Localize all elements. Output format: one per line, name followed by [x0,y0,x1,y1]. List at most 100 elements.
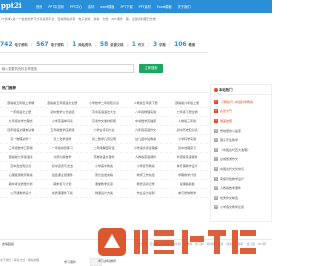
resource-link[interactable]: 高中英语语法大全 [83,110,125,114]
resource-link[interactable]: 初中数学公式总结 [42,110,84,114]
resource-link[interactable]: 中考数学压轴题 [125,119,167,123]
resource-link[interactable]: 初二数学几何证明 [83,137,125,141]
rank-badge: 6 [214,147,218,152]
hot-item-title[interactable]: 人教版数学课件 [220,186,241,190]
nav-item-ppt-download[interactable]: PPT下载 [121,4,133,9]
resource-link[interactable]: 作业设计案例 [125,191,167,195]
hot-list-item[interactable]: 8 中国古代文化常识 [214,164,271,174]
site-logo[interactable]: ppt2i [1,1,25,11]
resource-link[interactable]: 高二化学选修 [42,137,84,141]
resource-link[interactable]: 公开课教学设计 [0,191,42,195]
resource-link[interactable]: 学期教学计划 [166,173,208,177]
resource-link[interactable]: 小学科学实验 [166,137,208,141]
nav-item-excel[interactable]: Excel模板 [157,4,172,9]
hot-item-title[interactable]: 古德大气 [220,109,232,113]
hot-item-title[interactable]: 《滑铁卢》中班科学教案 [220,100,253,104]
resource-link[interactable]: 部编版五年级上学期 [0,101,42,105]
resource-link[interactable]: 部编版五年级语文全册 [42,101,84,105]
hot-item-title[interactable]: 白城旅游作文 [220,157,238,161]
resource-link[interactable]: 小学音乐教案 [125,164,167,168]
nav-item-ppt-center[interactable]: PPT中心 [70,4,82,9]
resource-link[interactable]: 北师大版数学 [42,155,84,159]
rank-badge: 5 [214,138,218,143]
resource-link[interactable]: 高中政治知识点 [0,164,42,168]
resource-link[interactable]: 班会课主题课件 [42,173,84,177]
resource-link[interactable]: 期末复习计划 [42,182,84,186]
resource-link[interactable]: 六年级英语作文 [125,128,167,132]
hot-list-item[interactable]: 2 古德大气 [214,107,271,117]
resource-link[interactable]: 三年级数学口算题 [0,146,42,150]
resource-link[interactable]: 初中历史知识点 [166,128,208,132]
resource-link[interactable]: 人教版三年级 [166,119,208,123]
search-button[interactable]: 立即搜索 [139,64,163,73]
hot-item-title[interactable]: 雪地里的小画家 [220,129,241,133]
resource-link[interactable]: 高一物理必修一 [0,137,42,141]
hot-list-item[interactable]: 9 荷塘月色教学设计 [214,174,271,184]
hot-panel-header: 本站热门 [211,85,271,95]
hot-item-title[interactable]: 雅美故障 [220,119,232,123]
hot-item-title[interactable]: 《中国古代四大发明》 [220,148,250,152]
resource-link[interactable]: 优质课课件下载 [42,191,84,195]
hot-item-title[interactable]: 小学语文教学反思 [220,205,244,209]
stat-label: 学案 [159,42,166,47]
hot-item-title[interactable]: 荷塘月色教学设计 [220,177,244,181]
resource-link[interactable]: 苏教版语文课件 [83,155,125,159]
resource-link[interactable]: 高考作文素材积累 [83,119,125,123]
hot-list-item[interactable]: 5 展子乐生教学 [214,135,271,145]
search-input[interactable] [0,65,133,72]
resource-link[interactable]: 小学数学二年级知识点 [83,101,125,105]
resource-link[interactable]: 初中道德与法治 [42,164,84,168]
hot-item-title[interactable]: 优秀作文精选 [220,196,238,200]
resource-link[interactable]: 教师工作总结 [125,173,167,177]
resource-link[interactable]: 人教版五年级下册 [125,101,167,105]
resource-link[interactable]: 小学古诗词大全 [83,128,125,132]
hot-list-item[interactable]: 3 雅美故障 [214,116,271,126]
hot-list-item[interactable]: 6 《中国古代四大发明》 [214,145,271,155]
hot-list-item[interactable]: 4 雪地里的小画家 [214,126,271,136]
nav-item-ppt-cn[interactable]: PPT中文网 [48,4,63,9]
stat-count: 106 [174,40,187,48]
nav-item-ppt-assets[interactable]: PPT素材 [139,4,151,9]
resource-link[interactable]: 家长会发言稿 [83,173,125,177]
resource-link[interactable]: 说课稿模板 [166,182,208,186]
hot-list-item[interactable]: 11 优秀作文精选 [214,193,271,203]
resource-link[interactable]: 微课设计方案 [83,191,125,195]
resource-link[interactable]: 初中地理复习 [166,146,208,150]
resource-link[interactable]: 九年级化学方程式 [0,119,42,123]
stat-count: 58 [99,40,109,48]
rank-badge: 12 [214,205,218,210]
resource-link[interactable]: 小学语文阅读理解 [125,146,167,150]
resource-link[interactable]: 教研活动记录 [125,182,167,186]
resource-link[interactable]: 部编版七年级语文 [0,155,42,159]
hot-list-item[interactable]: 1 《滑铁卢》中班科学教案 [214,97,271,107]
resource-link[interactable]: 外研版英语课件 [166,155,208,159]
hot-item-title[interactable]: 中国古代文化常识 [220,167,244,171]
hot-list-item[interactable]: 7 白城旅游作文 [214,155,271,165]
resource-link[interactable]: 幼儿园中班教案 [125,137,167,141]
resource-link[interactable]: 五年级数学应用题 [42,128,84,132]
bottom-title[interactable]: 学习课件 [64,260,76,264]
resource-link[interactable]: 单元整体教学 [166,191,208,195]
resource-link[interactable]: 小学英语单词表 [42,119,84,123]
resource-link[interactable]: 体育课教学设计 [166,164,208,168]
resource-link[interactable]: 部编版六年级上册 [166,101,208,105]
resource-link[interactable]: 四年级语文期末试卷 [0,128,42,132]
hot-list-item[interactable]: 10 人教版数学课件 [214,183,271,193]
rank-badge: 1 [214,99,218,104]
resource-link[interactable]: 期中考试质量分析 [0,182,42,186]
nav-item-word[interactable]: word模板 [100,4,114,9]
nav-item-about[interactable]: 关于我们 [178,4,191,9]
resource-link[interactable]: 一年级语文上册 [0,110,42,114]
resource-link[interactable]: 心理健康教育教案 [0,173,42,177]
resource-link[interactable]: 小学美术教案 [83,164,125,168]
nav-item-home[interactable]: 首页 [36,4,42,9]
resource-link[interactable]: 一年级拼音练习 [42,146,84,150]
resource-link[interactable]: 二年级看图写话 [83,146,125,150]
resource-link[interactable]: 人教版英语课件 [125,155,167,159]
hot-list-item[interactable]: 12 小学语文教学反思 [214,203,271,213]
resource-link[interactable]: 八年级物理实验 [125,110,167,114]
resource-link[interactable]: 课堂教学反思 [83,182,125,186]
hot-item-title[interactable]: 展子乐生教学 [220,138,238,142]
resource-link[interactable]: 七年级下册生物 [166,110,208,114]
nav-item-materials[interactable]: 素材 [88,4,94,9]
